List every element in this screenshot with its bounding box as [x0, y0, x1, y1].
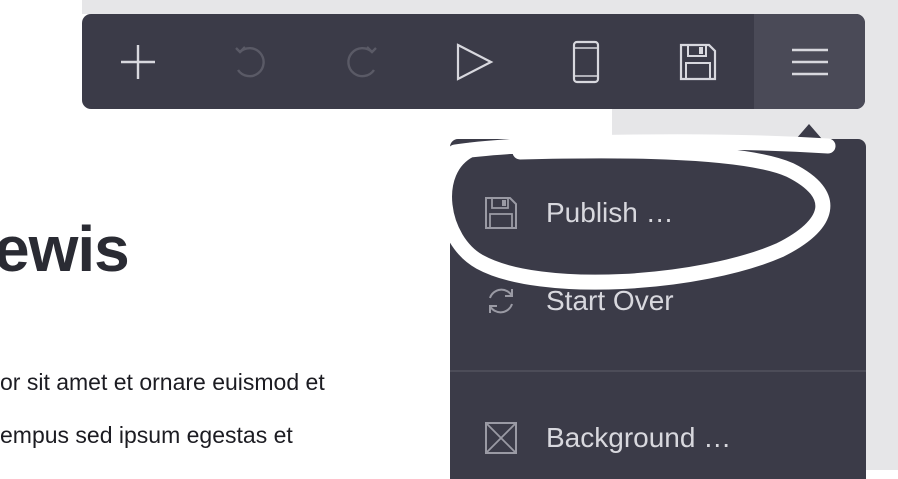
- menu-item-background[interactable]: Background …: [450, 403, 866, 473]
- undo-button[interactable]: [194, 14, 306, 109]
- menu-caret: [796, 124, 822, 139]
- menu-item-label: Start Over: [546, 285, 674, 316]
- menu-button[interactable]: [754, 14, 865, 109]
- phone-icon: [572, 40, 600, 83]
- preview-button[interactable]: [418, 14, 530, 109]
- paragraph-line: empus sed ipsum egestas et: [0, 422, 293, 448]
- redo-button[interactable]: [306, 14, 418, 109]
- floppy-disk-icon: [485, 197, 517, 229]
- editor-toolbar: [82, 14, 865, 109]
- play-icon: [456, 42, 494, 81]
- paragraph-line: or sit amet et ornare euismod et: [0, 369, 325, 395]
- add-button[interactable]: [82, 14, 194, 109]
- page-canvas-top: [0, 0, 82, 14]
- menu-divider: [450, 370, 866, 372]
- menu-item-publish[interactable]: Publish …: [450, 178, 866, 248]
- page-heading: ewis: [0, 213, 130, 285]
- main-menu-dropdown: Publish … Start Over Background …: [450, 139, 866, 479]
- save-button[interactable]: [642, 14, 754, 109]
- menu-item-start-over[interactable]: Start Over: [450, 266, 866, 336]
- menu-item-label: Publish …: [546, 197, 674, 228]
- hamburger-icon: [791, 48, 828, 75]
- mobile-view-button[interactable]: [530, 14, 642, 109]
- floppy-disk-icon: [679, 43, 717, 80]
- undo-icon: [235, 45, 265, 77]
- redo-icon: [347, 45, 377, 77]
- refresh-icon: [489, 288, 513, 314]
- plus-icon: [121, 44, 155, 79]
- menu-item-label: Background …: [546, 422, 732, 453]
- image-placeholder-icon: [485, 422, 517, 454]
